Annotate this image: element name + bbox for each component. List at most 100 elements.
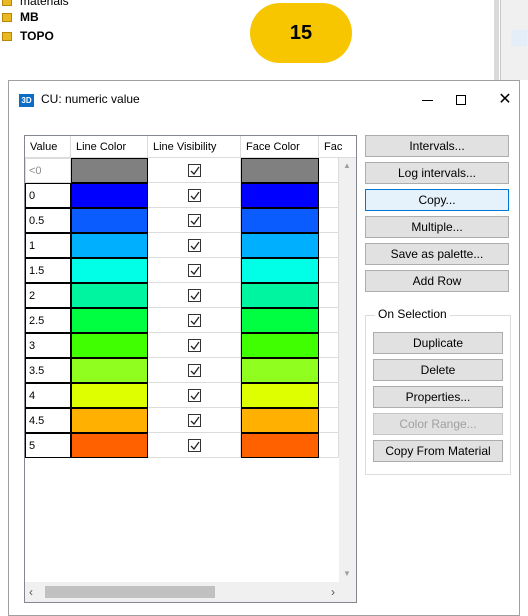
value-cell[interactable]: 5 <box>25 433 71 458</box>
face-extra-cell[interactable] <box>319 258 339 283</box>
table-row[interactable]: 4 <box>25 383 339 408</box>
column-header-value[interactable]: Value <box>25 136 71 158</box>
scroll-right-icon[interactable]: › <box>331 585 335 599</box>
value-cell[interactable]: 3.5 <box>25 358 71 383</box>
horizontal-scroll-thumb[interactable] <box>45 586 215 598</box>
duplicate-button[interactable]: Duplicate <box>373 332 503 354</box>
value-cell[interactable]: 2.5 <box>25 308 71 333</box>
line-color-swatch[interactable] <box>71 158 148 183</box>
line-color-swatch[interactable] <box>71 433 148 458</box>
line-color-swatch[interactable] <box>71 233 148 258</box>
value-cell[interactable]: <0 <box>25 158 71 183</box>
table-row[interactable]: 1.5 <box>25 258 339 283</box>
line-visibility-checkbox[interactable] <box>187 238 201 252</box>
face-color-swatch[interactable] <box>241 158 319 183</box>
intervals-button[interactable]: Intervals... <box>365 135 509 157</box>
table-row[interactable]: 0.5 <box>25 208 339 233</box>
color-range-button[interactable]: Color Range... <box>373 413 503 435</box>
line-visibility-checkbox[interactable] <box>187 288 201 302</box>
face-color-swatch[interactable] <box>241 233 319 258</box>
line-color-swatch[interactable] <box>71 208 148 233</box>
line-color-swatch[interactable] <box>71 283 148 308</box>
value-cell[interactable]: 1.5 <box>25 258 71 283</box>
line-color-swatch[interactable] <box>71 308 148 333</box>
face-extra-cell[interactable] <box>319 183 339 208</box>
add-row-button[interactable]: Add Row <box>365 270 509 292</box>
face-extra-cell[interactable] <box>319 408 339 433</box>
face-extra-cell[interactable] <box>319 208 339 233</box>
close-button[interactable]: ✕ <box>483 85 527 115</box>
scroll-down-icon[interactable]: ▼ <box>343 569 351 578</box>
delete-button[interactable]: Delete <box>373 359 503 381</box>
line-color-swatch[interactable] <box>71 258 148 283</box>
face-color-swatch[interactable] <box>241 283 319 308</box>
table-row[interactable]: 1 <box>25 233 339 258</box>
vertical-scrollbar[interactable]: ▲ ▼ <box>339 158 356 582</box>
log-intervals-button[interactable]: Log intervals... <box>365 162 509 184</box>
line-color-swatch[interactable] <box>71 383 148 408</box>
line-color-swatch[interactable] <box>71 333 148 358</box>
table-row[interactable]: 4.5 <box>25 408 339 433</box>
face-extra-cell[interactable] <box>319 283 339 308</box>
line-visibility-checkbox[interactable] <box>187 163 201 177</box>
table-row[interactable]: 3 <box>25 333 339 358</box>
line-visibility-checkbox[interactable] <box>187 213 201 227</box>
value-cell[interactable]: 3 <box>25 333 71 358</box>
value-cell[interactable]: 0 <box>25 183 71 208</box>
table-row[interactable]: 0 <box>25 183 339 208</box>
line-visibility-checkbox[interactable] <box>187 438 201 452</box>
face-extra-cell[interactable] <box>319 433 339 458</box>
face-color-swatch[interactable] <box>241 408 319 433</box>
value-cell[interactable]: 0.5 <box>25 208 71 233</box>
line-visibility-checkbox[interactable] <box>187 363 201 377</box>
table-row[interactable]: <0 <box>25 158 339 183</box>
face-extra-cell[interactable] <box>319 158 339 183</box>
value-cell[interactable]: 1 <box>25 233 71 258</box>
line-visibility-checkbox[interactable] <box>187 388 201 402</box>
scroll-left-icon[interactable]: ‹ <box>29 585 33 599</box>
line-visibility-checkbox[interactable] <box>187 413 201 427</box>
face-color-swatch[interactable] <box>241 433 319 458</box>
value-cell[interactable]: 4.5 <box>25 408 71 433</box>
face-extra-cell[interactable] <box>319 333 339 358</box>
table-row[interactable]: 5 <box>25 433 339 458</box>
face-extra-cell[interactable] <box>319 308 339 333</box>
face-color-swatch[interactable] <box>241 383 319 408</box>
column-header-line-visibility[interactable]: Line Visibility <box>148 136 241 158</box>
face-color-swatch[interactable] <box>241 358 319 383</box>
table-row[interactable]: 2 <box>25 283 339 308</box>
face-extra-cell[interactable] <box>319 233 339 258</box>
line-visibility-checkbox[interactable] <box>187 263 201 277</box>
line-visibility-checkbox[interactable] <box>187 338 201 352</box>
properties-button[interactable]: Properties... <box>373 386 503 408</box>
table-row[interactable]: 3.5 <box>25 358 339 383</box>
tree-item-mb[interactable]: MB <box>0 8 39 26</box>
multiple-button[interactable]: Multiple... <box>365 216 509 238</box>
face-color-swatch[interactable] <box>241 258 319 283</box>
horizontal-scrollbar[interactable]: ‹ › <box>25 582 339 602</box>
column-header-face-partial[interactable]: Fac <box>319 136 356 158</box>
tree-item-topo[interactable]: TOPO <box>0 27 54 45</box>
face-color-swatch[interactable] <box>241 333 319 358</box>
maximize-button[interactable] <box>439 85 483 115</box>
save-as-palette-button[interactable]: Save as palette... <box>365 243 509 265</box>
dialog-titlebar[interactable]: 3D CU: numeric value ✕ <box>9 81 519 119</box>
table-row[interactable]: 2.5 <box>25 308 339 333</box>
line-color-swatch[interactable] <box>71 408 148 433</box>
face-color-swatch[interactable] <box>241 308 319 333</box>
copy-button[interactable]: Copy... <box>365 189 509 211</box>
face-extra-cell[interactable] <box>319 383 339 408</box>
line-color-swatch[interactable] <box>71 183 148 208</box>
value-cell[interactable]: 4 <box>25 383 71 408</box>
face-color-swatch[interactable] <box>241 183 319 208</box>
line-color-swatch[interactable] <box>71 358 148 383</box>
scroll-up-icon[interactable]: ▲ <box>343 161 351 170</box>
color-table[interactable]: Value Line Color Line Visibility Face Co… <box>24 135 357 603</box>
line-visibility-checkbox[interactable] <box>187 188 201 202</box>
copy-from-material-button[interactable]: Copy From Material <box>373 440 503 462</box>
face-extra-cell[interactable] <box>319 358 339 383</box>
face-color-swatch[interactable] <box>241 208 319 233</box>
line-visibility-checkbox[interactable] <box>187 313 201 327</box>
column-header-face-color[interactable]: Face Color <box>241 136 319 158</box>
column-header-line-color[interactable]: Line Color <box>71 136 148 158</box>
